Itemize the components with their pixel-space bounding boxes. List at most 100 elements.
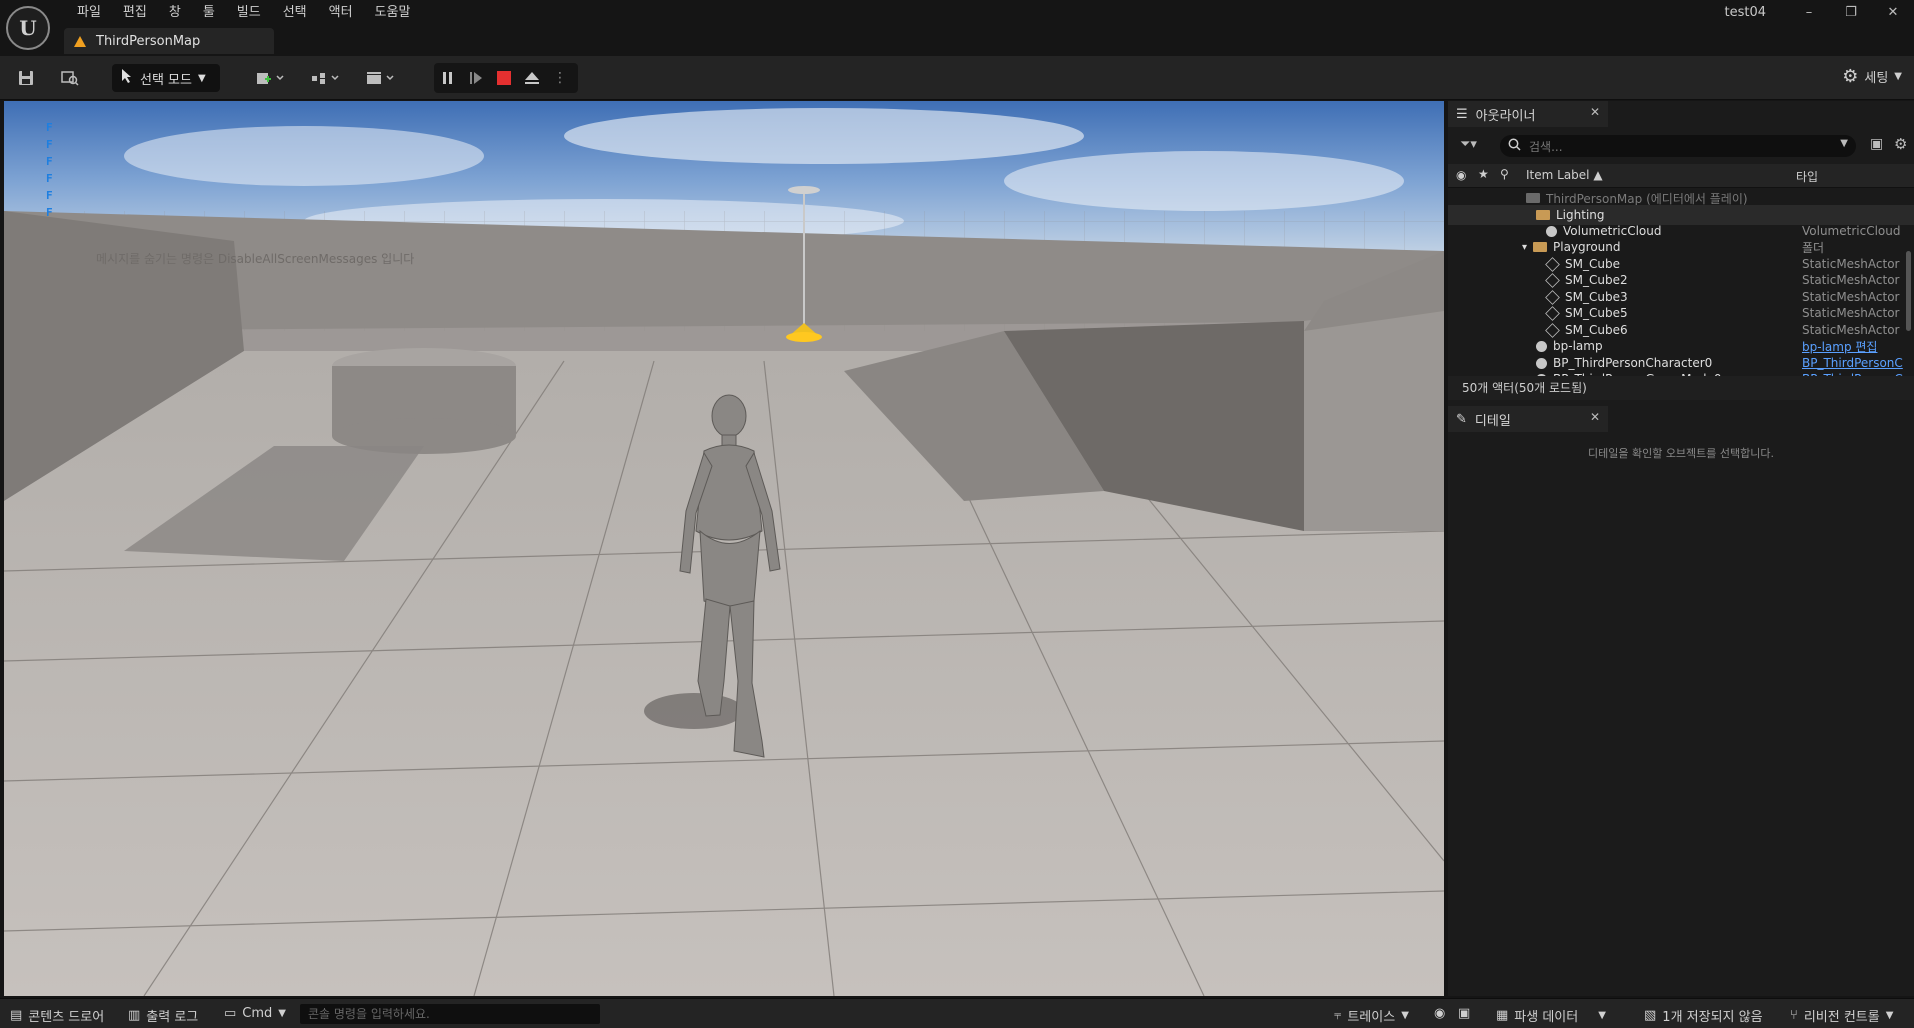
derived-data-dropdown[interactable]: ▦ 파생 데이터 ▼ xyxy=(1496,1006,1606,1025)
outliner-tab-label: 아웃라이너 xyxy=(1475,108,1536,124)
row-text: VolumetricCloud xyxy=(1563,224,1662,238)
unsaved-button[interactable]: ▧ 1개 저장되지 않음 xyxy=(1644,1006,1763,1025)
menu-window[interactable]: 창 xyxy=(158,3,192,23)
eject-icon[interactable] xyxy=(518,63,546,93)
details-tab[interactable]: ✎ 디테일 ✕ xyxy=(1448,406,1608,432)
stat-marker: F xyxy=(46,121,53,134)
content-drawer-button[interactable]: ▤ 콘텐츠 드로어 xyxy=(10,1006,104,1025)
close-button[interactable]: ✕ xyxy=(1872,0,1914,24)
cmd-dropdown[interactable]: ▭ Cmd ▼ xyxy=(224,1006,286,1021)
menu-tools[interactable]: 툴 xyxy=(192,3,226,23)
outliner-row-type: StaticMeshActor xyxy=(1802,273,1900,287)
select-mode-icon xyxy=(120,68,134,88)
pin-icon[interactable]: ⚲ xyxy=(1500,167,1509,181)
chevron-down-icon: ▼ xyxy=(197,72,206,84)
camera-icon[interactable]: ▣ xyxy=(1458,1006,1470,1021)
star-icon[interactable]: ★ xyxy=(1478,167,1489,181)
database-icon: ▦ xyxy=(1496,1008,1509,1023)
outliner-row-type: 폴더 xyxy=(1802,240,1825,255)
more-options-icon[interactable]: ⋮ xyxy=(546,63,574,93)
expand-arrow-icon[interactable]: ▾ xyxy=(1522,242,1527,253)
chevron-down-icon: ▼ xyxy=(278,1008,286,1019)
cinematics-icon[interactable] xyxy=(360,65,400,91)
column-type[interactable]: 타입 xyxy=(1796,168,1818,185)
folder-icon xyxy=(1536,209,1550,220)
list-icon: ☰ xyxy=(1456,106,1468,122)
terminal-icon: ▭ xyxy=(224,1006,237,1021)
add-actor-icon[interactable] xyxy=(250,65,290,91)
viewport-scene xyxy=(4,101,1444,996)
blueprint-icon[interactable] xyxy=(305,65,345,91)
actor-icon xyxy=(1536,357,1547,369)
outliner-search-input[interactable]: 검색... ▼ xyxy=(1500,135,1856,157)
chevron-down-icon: ▼ xyxy=(1885,1010,1894,1021)
menu-file[interactable]: 파일 xyxy=(66,3,112,23)
save-icon[interactable] xyxy=(14,65,38,91)
stop-icon[interactable] xyxy=(490,63,518,93)
menu-help[interactable]: 도움말 xyxy=(364,3,422,23)
outliner-row[interactable]: BP_ThirdPersonGameMode0BP_ThirdPersonC xyxy=(1448,369,1914,376)
gear-icon[interactable]: ⚙ xyxy=(1894,135,1907,153)
window-controls: – ❐ ✕ xyxy=(1788,0,1914,24)
row-text: Playground xyxy=(1553,240,1621,254)
project-name: test04 xyxy=(1724,5,1766,20)
close-icon[interactable]: ✕ xyxy=(1590,410,1600,424)
actor-count: 50개 액터(50개 로드됨) xyxy=(1448,376,1914,400)
outliner-row-label: bp-lamp xyxy=(1536,339,1603,353)
row-text: SM_Cube2 xyxy=(1565,273,1628,287)
actor-icon xyxy=(1546,225,1557,237)
console-input[interactable]: 콘솔 명령을 입력하세요. xyxy=(300,1004,600,1024)
filter-icon[interactable]: ⏷▾ xyxy=(1460,137,1477,152)
pause-icon[interactable] xyxy=(434,63,462,93)
outliner-row-label: BP_ThirdPersonCharacter0 xyxy=(1536,356,1712,370)
main-toolbar: 선택 모드 ▼ ⋮ ⚙ 세팅 ▼ xyxy=(0,56,1914,100)
chevron-down-icon[interactable]: ▼ xyxy=(1840,138,1848,149)
outliner-row-label: VolumetricCloud xyxy=(1546,224,1661,238)
map-icon xyxy=(1526,193,1540,203)
trace-dropdown[interactable]: ⫧ 트레이스 ▼ xyxy=(1334,1006,1409,1025)
search-icon xyxy=(1508,138,1521,154)
pencil-icon: ✎ xyxy=(1456,411,1467,427)
outliner-scrollbar[interactable] xyxy=(1906,251,1911,331)
close-icon[interactable]: ✕ xyxy=(1590,105,1600,119)
record-icon[interactable]: ◉ xyxy=(1434,1006,1445,1021)
row-text: bp-lamp xyxy=(1553,339,1603,353)
visibility-eye-icon[interactable]: ◉ xyxy=(1456,168,1466,182)
outliner-row-type: StaticMeshActor xyxy=(1802,306,1900,320)
minimize-button[interactable]: – xyxy=(1788,0,1830,24)
unreal-logo-icon[interactable]: U xyxy=(6,6,50,50)
add-folder-icon[interactable]: ▣ xyxy=(1870,136,1883,152)
outliner-row-type: StaticMeshActor xyxy=(1802,257,1900,271)
folder-icon xyxy=(1533,242,1548,252)
play-controls: ⋮ xyxy=(434,63,578,93)
outliner-row-label: SM_Cube2 xyxy=(1545,272,1628,288)
screen-message: 메시지를 숨기는 명령은 DisableAllScreenMessages 입니… xyxy=(96,252,415,266)
frame-skip-icon[interactable] xyxy=(462,63,490,93)
selection-mode-dropdown[interactable]: 선택 모드 ▼ xyxy=(112,64,220,92)
output-log-button[interactable]: ▥ 출력 로그 xyxy=(128,1006,198,1025)
outliner-row-label: SM_Cube3 xyxy=(1545,289,1628,305)
outliner-row-type: StaticMeshActor xyxy=(1802,290,1900,304)
restore-button[interactable]: ❐ xyxy=(1830,0,1872,24)
trace-label: 트레이스 xyxy=(1347,1010,1396,1025)
revision-control-dropdown[interactable]: ⑂ 리비전 컨트롤 ▼ xyxy=(1790,1006,1893,1025)
content-drawer-label: 콘텐츠 드로어 xyxy=(28,1010,105,1025)
menu-edit[interactable]: 편집 xyxy=(112,3,158,23)
column-item-label[interactable]: Item Label ▲ xyxy=(1526,168,1603,182)
outliner-row-type[interactable]: bp-lamp 편집 xyxy=(1802,338,1906,355)
menu-select[interactable]: 선택 xyxy=(272,3,318,23)
output-log-label: 출력 로그 xyxy=(146,1010,199,1025)
map-tab[interactable]: ThirdPersonMap xyxy=(64,28,274,54)
branch-icon: ⑂ xyxy=(1790,1008,1798,1023)
outliner-tab[interactable]: ☰ 아웃라이너 ✕ xyxy=(1448,101,1608,127)
browse-icon[interactable] xyxy=(58,65,82,91)
folder-icon: ▤ xyxy=(10,1008,23,1023)
level-viewport[interactable]: F F F F F F 메시지를 숨기는 명령은 DisableAllScree… xyxy=(4,101,1444,996)
outliner-row-type[interactable]: BP_ThirdPersonC xyxy=(1802,356,1906,370)
menu-actor[interactable]: 액터 xyxy=(318,3,364,23)
details-tab-label: 디테일 xyxy=(1474,413,1511,429)
settings-dropdown[interactable]: ⚙ 세팅 ▼ xyxy=(1842,66,1902,87)
menu-build[interactable]: 빌드 xyxy=(226,3,272,23)
revision-control-label: 리비전 컨트롤 xyxy=(1803,1010,1880,1025)
outliner-row-type: VolumetricCloud xyxy=(1802,224,1901,238)
